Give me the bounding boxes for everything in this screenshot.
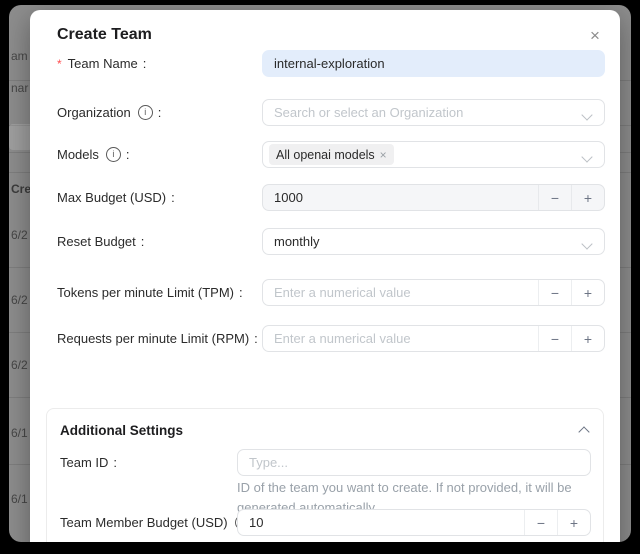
tpm-label: Tokens per minute Limit (TPM) : xyxy=(57,279,243,306)
additional-settings-title: Additional Settings xyxy=(60,423,183,438)
reset-budget-value: monthly xyxy=(269,234,320,249)
increment-button[interactable]: + xyxy=(571,280,604,305)
rpm-label: Requests per minute Limit (RPM) : xyxy=(57,325,258,352)
tpm-stepper: − + xyxy=(262,279,605,306)
additional-settings-header[interactable]: Additional Settings xyxy=(47,409,603,451)
rpm-stepper: − + xyxy=(262,325,605,352)
bg-text-fragment: 6/2 xyxy=(11,358,28,372)
info-icon[interactable]: i xyxy=(138,105,153,120)
team-name-row: * Team Name : xyxy=(57,50,605,77)
max-budget-stepper: − + xyxy=(262,184,605,211)
bg-text-fragment: 6/1 xyxy=(11,426,28,440)
max-budget-label: Max Budget (USD) : xyxy=(57,184,175,211)
bg-text-fragment: Cre xyxy=(11,182,31,196)
bg-text-fragment: 6/1 xyxy=(11,492,28,506)
chevron-down-icon xyxy=(581,238,592,249)
reset-budget-row: Reset Budget : monthly xyxy=(57,228,605,255)
reset-budget-select[interactable]: monthly xyxy=(262,228,605,255)
reset-budget-label: Reset Budget : xyxy=(57,228,144,255)
team-member-budget-label: Team Member Budget (USD) ? : xyxy=(60,509,258,536)
decrement-button[interactable]: − xyxy=(538,326,571,351)
bg-text-fragment: 6/2 xyxy=(11,293,28,307)
team-name-label: * Team Name : xyxy=(57,50,146,77)
rpm-input[interactable] xyxy=(263,326,538,351)
tpm-input[interactable] xyxy=(263,280,538,305)
organization-placeholder: Search or select an Organization xyxy=(269,105,463,120)
close-icon[interactable]: × xyxy=(583,24,607,48)
decrement-button[interactable]: − xyxy=(538,185,571,210)
rpm-row: Requests per minute Limit (RPM) : − + xyxy=(57,325,605,352)
increment-button[interactable]: + xyxy=(571,185,604,210)
model-tag: All openai models × xyxy=(269,144,394,165)
model-tag-label: All openai models xyxy=(276,148,375,162)
bg-text-fragment: am xyxy=(11,49,28,63)
dimmed-page-overlay: am nar Cre 6/2 6/2 6/2 6/1 6/1 Create Te… xyxy=(9,5,631,542)
decrement-button[interactable]: − xyxy=(524,510,557,535)
increment-button[interactable]: + xyxy=(571,326,604,351)
team-id-label: Team ID : xyxy=(60,449,117,476)
chevron-down-icon xyxy=(581,151,592,162)
bg-text-fragment: 6/2 xyxy=(11,228,28,242)
team-member-budget-input[interactable] xyxy=(238,510,524,535)
chevron-down-icon xyxy=(581,109,592,120)
team-member-budget-row: Team Member Budget (USD) ? : − + xyxy=(60,509,591,536)
team-id-row: Team ID : xyxy=(60,449,591,476)
bg-text-fragment: nar xyxy=(11,81,28,95)
max-budget-input[interactable] xyxy=(263,185,538,210)
required-asterisk: * xyxy=(57,57,62,71)
tag-close-icon[interactable]: × xyxy=(380,149,387,161)
organization-select[interactable]: Search or select an Organization xyxy=(262,99,605,126)
info-icon[interactable]: i xyxy=(106,147,121,162)
models-row: Models i : All openai models × xyxy=(57,141,605,168)
team-member-budget-stepper: − + xyxy=(237,509,591,536)
models-select[interactable]: All openai models × xyxy=(262,141,605,168)
decrement-button[interactable]: − xyxy=(538,280,571,305)
additional-settings-card: Additional Settings Team ID : ID of the … xyxy=(46,408,604,542)
organization-label: Organization i : xyxy=(57,99,161,126)
team-name-input[interactable] xyxy=(262,50,605,77)
team-id-input[interactable] xyxy=(237,449,591,476)
max-budget-row: Max Budget (USD) : − + xyxy=(57,184,605,211)
models-label: Models i : xyxy=(57,141,130,168)
organization-row: Organization i : Search or select an Org… xyxy=(57,99,605,126)
tpm-row: Tokens per minute Limit (TPM) : − + xyxy=(57,279,605,306)
chevron-up-icon[interactable] xyxy=(578,426,589,437)
increment-button[interactable]: + xyxy=(557,510,590,535)
create-team-modal: Create Team × * Team Name : Organization… xyxy=(30,10,620,542)
modal-title: Create Team xyxy=(57,26,152,44)
